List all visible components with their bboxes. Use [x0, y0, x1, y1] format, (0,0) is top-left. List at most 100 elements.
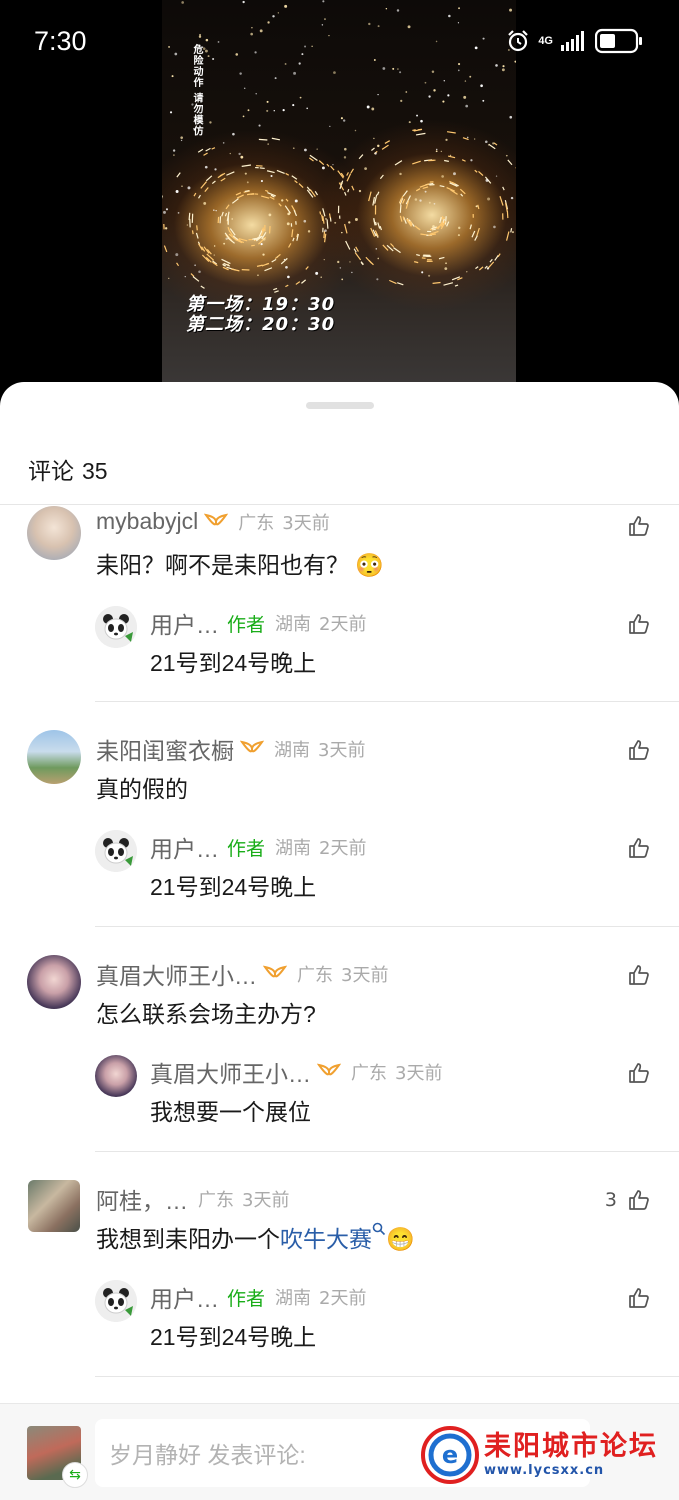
spark: [453, 172, 456, 176]
spark: [492, 142, 495, 145]
like-button[interactable]: [627, 1061, 651, 1085]
spark: [194, 264, 196, 267]
spark: [285, 284, 289, 288]
spark: [458, 226, 461, 230]
comment-text[interactable]: 我想到耒阳办一个吹牛大赛 😁: [96, 1220, 415, 1254]
avatar[interactable]: [95, 1280, 137, 1322]
like-button[interactable]: 3: [605, 1188, 651, 1212]
spark: [241, 164, 252, 167]
spark: [408, 121, 411, 124]
spark: [173, 154, 175, 156]
spark: [344, 223, 348, 234]
spark: [424, 190, 427, 193]
reply-time: 2天前: [319, 614, 367, 635]
spark: [399, 215, 403, 222]
reply-location: 湖南: [275, 838, 312, 859]
spark: [266, 109, 269, 112]
spark: [486, 267, 490, 270]
commenter-name[interactable]: 阿桂，…: [96, 1182, 188, 1216]
avatar[interactable]: [27, 730, 81, 784]
like-button[interactable]: [627, 1286, 651, 1310]
spark: [259, 167, 265, 170]
avatar[interactable]: [28, 1180, 80, 1232]
author-tag: 作者: [227, 1287, 266, 1310]
like-button[interactable]: [627, 612, 651, 636]
signal-icon: [561, 31, 584, 51]
reply-time: 2天前: [319, 838, 367, 859]
spark: [328, 213, 331, 219]
reply-name[interactable]: 用户…: [150, 606, 219, 640]
watermark-url: www.lycsxx.cn: [484, 1463, 605, 1478]
spark: [466, 270, 468, 273]
switch-account-icon[interactable]: ⇆: [62, 1462, 88, 1488]
reply-time: 2天前: [319, 1288, 367, 1309]
spark: [421, 271, 424, 274]
spark: [195, 232, 199, 239]
thread-divider: [95, 1376, 679, 1377]
spark: [505, 154, 508, 157]
spark: [495, 175, 498, 177]
comment-sheet[interactable]: 评论 35 mybabyjcl 广东 3天前 耒阳？啊不是耒阳也有？ 😳 用户… …: [0, 382, 679, 1500]
spark: [235, 192, 242, 196]
spark: [205, 147, 211, 152]
thumbs-up-icon: [629, 965, 649, 985]
spark: [502, 186, 505, 191]
spark: [454, 284, 459, 287]
spark: [428, 95, 431, 98]
commenter-name[interactable]: 耒阳闺蜜衣橱: [96, 732, 234, 766]
avatar[interactable]: [27, 506, 81, 560]
reply-name[interactable]: 用户…: [150, 830, 219, 864]
spark: [371, 147, 375, 151]
spark: [299, 96, 302, 99]
spark: [285, 172, 290, 176]
spark: [264, 267, 273, 272]
like-button[interactable]: [627, 738, 651, 762]
comment-text[interactable]: 怎么联系会场主办方?: [96, 995, 316, 1029]
avatar[interactable]: [95, 1055, 137, 1097]
spark: [396, 282, 404, 286]
spark: [301, 279, 307, 284]
search-link[interactable]: 吹牛大赛: [280, 1226, 372, 1252]
sheet-drag-handle[interactable]: [306, 402, 374, 409]
reply-text[interactable]: 21号到24号晚上: [150, 644, 316, 678]
spark: [375, 248, 378, 250]
spark: [271, 258, 277, 263]
spark: [225, 204, 230, 210]
commenter-name[interactable]: mybabyjcl: [96, 508, 198, 535]
spark: [400, 99, 403, 103]
avatar[interactable]: [27, 955, 81, 1009]
spark: [306, 107, 308, 110]
spark: [238, 152, 241, 156]
thread-divider: [95, 701, 679, 702]
reply-name[interactable]: 真眉大师王小…: [150, 1055, 311, 1089]
comment-text[interactable]: 真的假的: [96, 770, 188, 804]
vip-badge-icon: [240, 740, 264, 753]
reply-text[interactable]: 21号到24号晚上: [150, 868, 316, 902]
spark: [405, 91, 408, 93]
panda-icon: [95, 830, 137, 872]
spark: [320, 276, 322, 278]
spark: [389, 279, 397, 285]
spark: [303, 219, 307, 223]
reply-name[interactable]: 用户…: [150, 1280, 219, 1314]
spark: [441, 175, 444, 178]
spark: [291, 175, 298, 180]
comment-text[interactable]: 耒阳？啊不是耒阳也有？ 😳: [96, 546, 384, 580]
avatar[interactable]: [95, 830, 137, 872]
spark: [224, 212, 228, 217]
spark: [469, 224, 472, 230]
spark: [381, 144, 389, 150]
like-button[interactable]: [627, 836, 651, 860]
search-icon[interactable]: [372, 1222, 386, 1236]
reply-text[interactable]: 我想要一个展位: [150, 1093, 311, 1127]
avatar[interactable]: [95, 606, 137, 648]
like-button[interactable]: [627, 514, 651, 538]
spark: [326, 163, 330, 167]
spark: [448, 155, 456, 159]
reply-text[interactable]: 21号到24号晚上: [150, 1318, 316, 1352]
commenter-name[interactable]: 真眉大师王小…: [96, 957, 257, 991]
spark: [447, 94, 450, 97]
like-button[interactable]: [627, 963, 651, 987]
spark: [168, 277, 170, 279]
spark: [475, 266, 479, 270]
